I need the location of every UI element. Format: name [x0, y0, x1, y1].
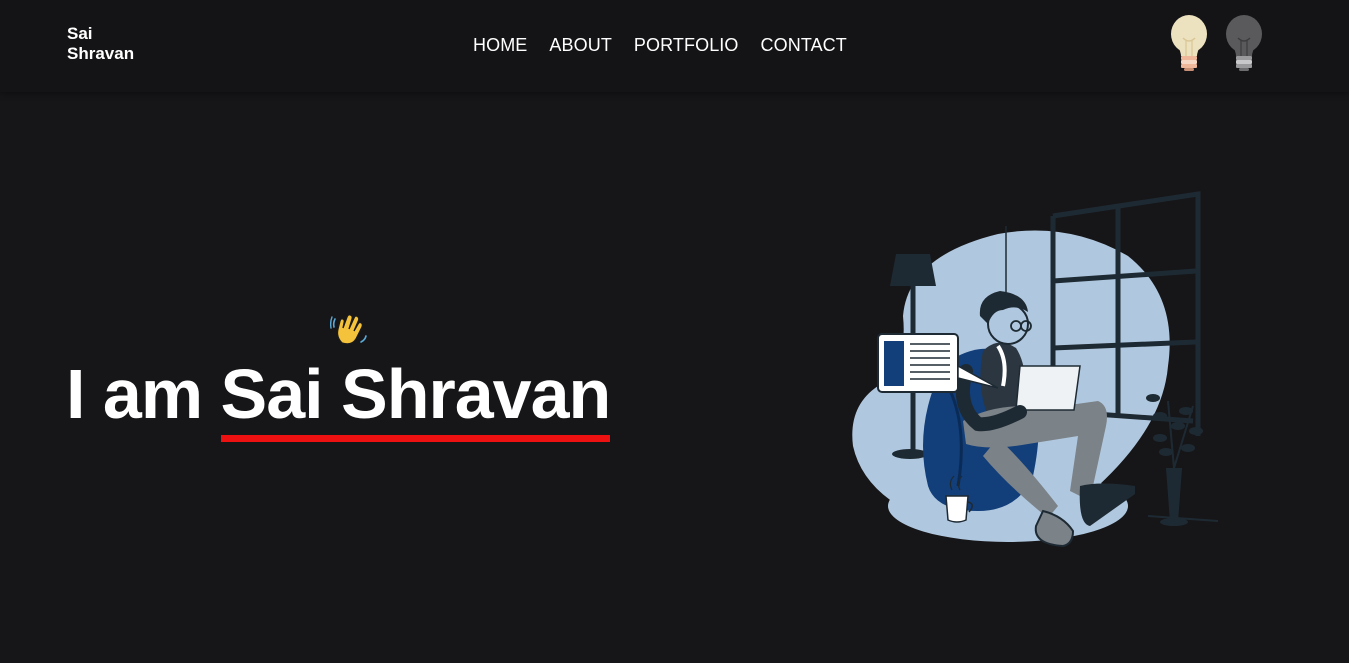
hero-name-text: Sai Shravan [220, 355, 612, 433]
hero-prefix: I am [66, 355, 221, 433]
nav-links: HOME ABOUT PORTFOLIO CONTACT [473, 35, 847, 56]
name-underline [220, 435, 611, 442]
navbar: Sai Shravan HOME ABOUT PORTFOLIO CONTACT [0, 0, 1349, 92]
nav-link-home[interactable]: HOME [473, 35, 527, 56]
hero-name: Sai Shravan [220, 352, 612, 442]
hero-heading: I am Sai Shravan [66, 352, 612, 442]
waving-hand-icon [330, 314, 367, 345]
nav-link-about[interactable]: ABOUT [549, 35, 612, 56]
nav-link-portfolio[interactable]: PORTFOLIO [634, 35, 739, 56]
light-bulb-off-icon[interactable] [1224, 14, 1264, 72]
light-bulb-on-icon[interactable] [1169, 14, 1209, 72]
person-on-beanbag-illustration [852, 191, 1219, 548]
brand-logo[interactable]: Sai Shravan [67, 24, 157, 64]
nav-link-contact[interactable]: CONTACT [761, 35, 847, 56]
